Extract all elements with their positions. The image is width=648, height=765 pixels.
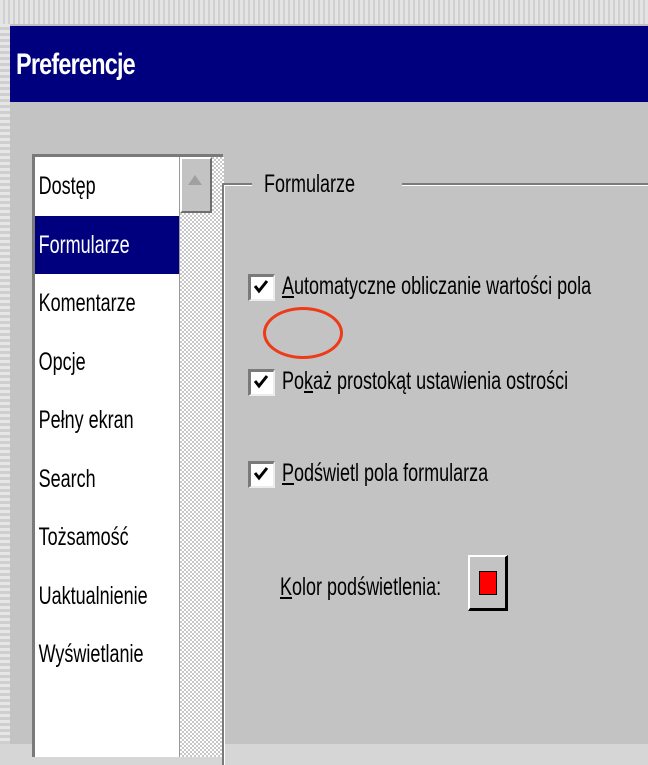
category-list[interactable]: Dostęp Formularze Komentarze Opcje Pełny… <box>32 154 224 757</box>
window-border <box>0 24 10 744</box>
list-item-selected[interactable]: Formularze <box>35 215 179 274</box>
list-item-label: Pełny ekran <box>38 406 134 434</box>
list-item[interactable]: Uaktualnienie <box>35 567 179 626</box>
list-item[interactable]: Dostęp <box>35 157 179 216</box>
list-item[interactable]: Search <box>35 450 179 509</box>
title-bar[interactable]: Preferencje <box>10 24 648 102</box>
dialog-client-area: Dostęp Formularze Komentarze Opcje Pełny… <box>10 102 648 765</box>
list-item-label: Tożsamość <box>38 523 129 551</box>
annotation-circle <box>263 307 343 359</box>
focus-rect-checkbox[interactable] <box>248 369 275 396</box>
list-scrollbar[interactable] <box>179 157 224 757</box>
desktop-strip <box>0 0 648 24</box>
highlight-color-button[interactable] <box>468 555 508 611</box>
focus-rect-label: Pokaż prostokąt ustawienia ostrości <box>282 367 569 395</box>
category-list-items: Dostęp Formularze Komentarze Opcje Pełny… <box>35 157 179 757</box>
forms-group-header: Formularze <box>252 162 403 206</box>
list-item-label: Uaktualnienie <box>38 581 148 610</box>
list-item[interactable]: Pełny ekran <box>35 391 179 450</box>
list-item[interactable]: Wyświetlanie <box>35 625 179 684</box>
color-swatch <box>479 571 497 595</box>
highlight-color-label: Kolor podświetlenia: <box>280 573 442 601</box>
list-item[interactable]: Komentarze <box>35 274 179 333</box>
window-title: Preferencje <box>16 48 136 81</box>
auto-calc-label: Automatyczne obliczanie wartości pola <box>282 272 592 300</box>
highlight-fields-label: Podświetl pola formularza <box>282 459 489 487</box>
checkmark-icon <box>253 280 269 294</box>
arrow-up-icon <box>188 175 202 185</box>
checkmark-icon <box>253 467 269 481</box>
list-item-label: Dostęp <box>38 172 96 200</box>
list-item[interactable]: Tożsamość <box>35 508 179 567</box>
list-item[interactable]: Opcje <box>35 333 179 392</box>
checkmark-icon <box>253 375 269 389</box>
list-item-label: Formularze <box>35 215 179 274</box>
list-item-label: Wyświetlanie <box>38 640 144 668</box>
scroll-up-button[interactable] <box>180 157 212 213</box>
auto-calc-checkbox[interactable] <box>248 274 275 301</box>
list-item-label: Komentarze <box>38 289 136 317</box>
list-item-label: Search <box>38 464 96 493</box>
forms-group-label: Formularze <box>264 170 356 198</box>
highlight-fields-checkbox[interactable] <box>248 461 275 488</box>
list-item-label: Opcje <box>38 347 86 376</box>
